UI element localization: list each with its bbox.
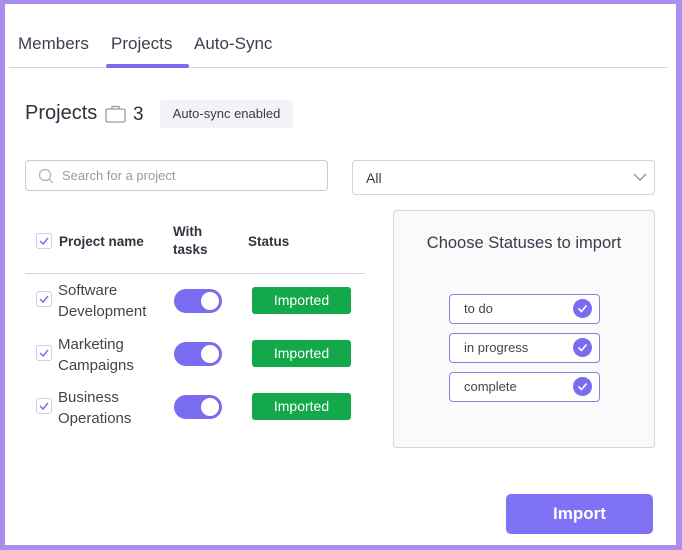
search-field[interactable] bbox=[25, 160, 328, 191]
with-tasks-toggle[interactable] bbox=[174, 342, 222, 366]
status-badge: Imported bbox=[252, 340, 351, 367]
project-name-line2: Development bbox=[58, 303, 147, 320]
status-badge: Imported bbox=[252, 287, 351, 314]
tab-bar: Members Projects Auto-Sync bbox=[9, 4, 668, 68]
status-option-to-do[interactable]: to do bbox=[449, 294, 600, 324]
status-option-label: in progress bbox=[464, 340, 529, 355]
status-chooser-panel: Choose Statuses to import to do in progr… bbox=[393, 210, 655, 448]
column-header-status: Status bbox=[248, 234, 290, 249]
import-dialog: Members Projects Auto-Sync Projects 3 Au… bbox=[5, 4, 676, 545]
page-title: Projects bbox=[25, 102, 98, 124]
check-icon bbox=[39, 237, 49, 246]
check-icon bbox=[39, 402, 49, 411]
column-header-with-tasks: With tasks bbox=[173, 224, 208, 257]
tab-auto-sync[interactable]: Auto-Sync bbox=[194, 34, 272, 54]
toggle-knob bbox=[201, 292, 219, 310]
project-name: Business Operations bbox=[58, 387, 131, 429]
check-circle-icon bbox=[573, 299, 592, 318]
toggle-knob bbox=[201, 345, 219, 363]
project-name-line1: Software bbox=[58, 282, 118, 299]
project-name-line2: Campaigns bbox=[58, 357, 134, 374]
column-header-project-name: Project name bbox=[59, 234, 144, 249]
status-option-label: complete bbox=[464, 379, 517, 394]
check-icon bbox=[39, 349, 49, 358]
auto-sync-badge: Auto-sync enabled bbox=[160, 100, 293, 128]
select-all-checkbox[interactable] bbox=[36, 233, 52, 249]
check-circle-icon bbox=[573, 377, 592, 396]
toggle-knob bbox=[201, 398, 219, 416]
row-checkbox[interactable] bbox=[36, 398, 52, 414]
row-checkbox[interactable] bbox=[36, 291, 52, 307]
check-icon bbox=[39, 295, 49, 304]
status-option-complete[interactable]: complete bbox=[449, 372, 600, 402]
status-option-in-progress[interactable]: in progress bbox=[449, 333, 600, 363]
tab-projects[interactable]: Projects bbox=[111, 34, 172, 54]
active-tab-indicator bbox=[106, 64, 189, 68]
check-circle-icon bbox=[573, 338, 592, 357]
with-tasks-toggle[interactable] bbox=[174, 289, 222, 313]
tab-members[interactable]: Members bbox=[18, 34, 89, 54]
table-divider bbox=[25, 273, 365, 274]
project-name-line1: Business bbox=[58, 389, 119, 406]
select-value: All bbox=[366, 170, 382, 186]
with-tasks-toggle[interactable] bbox=[174, 395, 222, 419]
project-name: Software Development bbox=[58, 280, 146, 322]
search-input[interactable] bbox=[62, 161, 322, 190]
chevron-down-icon bbox=[633, 173, 647, 181]
row-checkbox[interactable] bbox=[36, 345, 52, 361]
status-option-label: to do bbox=[464, 301, 493, 316]
status-filter-select[interactable]: All bbox=[352, 160, 655, 195]
project-name-line2: Operations bbox=[58, 410, 132, 427]
import-button[interactable]: Import bbox=[506, 494, 653, 534]
project-count: 3 bbox=[133, 104, 144, 125]
briefcase-icon bbox=[105, 105, 126, 123]
project-name-line1: Marketing bbox=[58, 336, 124, 353]
search-icon bbox=[38, 168, 54, 184]
status-badge: Imported bbox=[252, 393, 351, 420]
panel-title: Choose Statuses to import bbox=[426, 234, 622, 252]
project-name: Marketing Campaigns bbox=[58, 334, 134, 376]
